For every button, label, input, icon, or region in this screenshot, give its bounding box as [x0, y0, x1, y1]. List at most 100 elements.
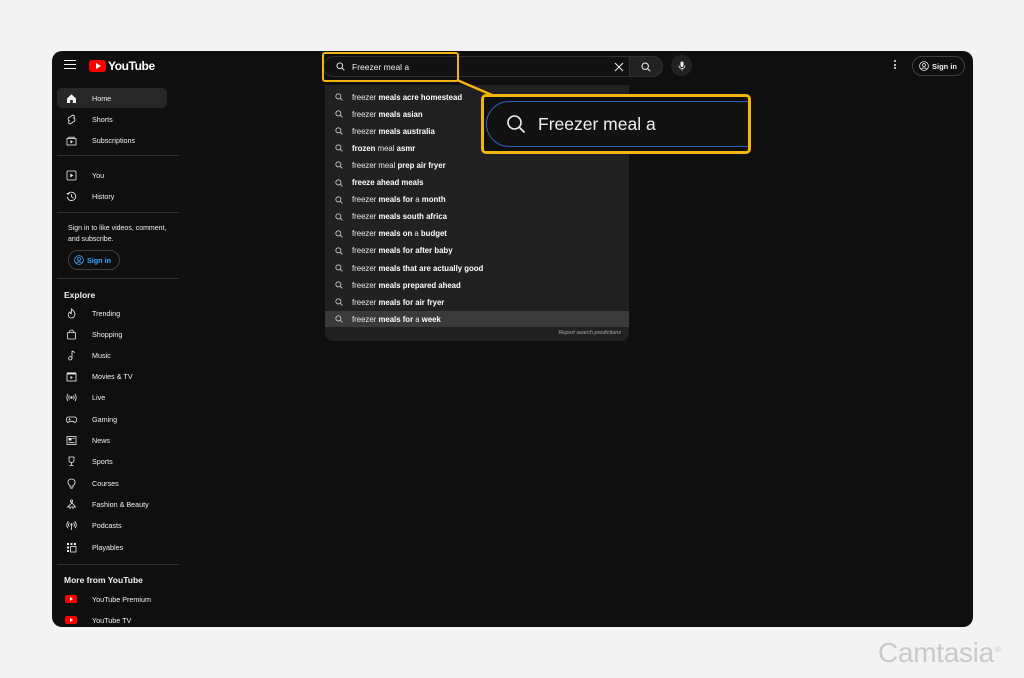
sidebar-item-movies-tv[interactable]: Movies & TV: [57, 366, 167, 386]
suggestion-item[interactable]: freezer meals prepared ahead: [325, 277, 629, 293]
suggestion-text: freezer meals on a budget: [352, 229, 447, 238]
search-icon: [335, 230, 343, 238]
suggestion-text: freezer meals for after baby: [352, 246, 453, 255]
sidebar-item-fashion-beauty[interactable]: Fashion & Beauty: [57, 494, 167, 514]
search-query: Freezer meal a: [352, 61, 410, 72]
podcasts-icon: [65, 519, 77, 531]
search-icon: [335, 281, 343, 289]
suggestion-text: freeze ahead meals: [352, 178, 424, 187]
suggestion-text-part: meals for: [378, 314, 414, 324]
shopping-icon: [65, 328, 77, 340]
sidebar-item-you[interactable]: You: [57, 165, 167, 185]
account-icon: [74, 255, 84, 265]
suggestion-item[interactable]: freezer meals for after baby: [325, 243, 629, 259]
sidebar-item-news[interactable]: News: [57, 430, 167, 450]
live-icon: [65, 391, 77, 403]
sidebar-item-label: Live: [92, 392, 106, 402]
you-icon: [65, 169, 77, 181]
suggestion-text-part: freezer: [352, 195, 379, 205]
suggestion-item[interactable]: freeze ahead meals: [325, 175, 629, 191]
search-icon: [335, 195, 343, 204]
suggestion-item[interactable]: freezer meals on a budget: [325, 226, 629, 242]
sign-in-button[interactable]: Sign in: [912, 56, 965, 76]
suggestion-item[interactable]: freezer meals for a month: [325, 192, 629, 208]
suggestion-item[interactable]: freezer meals for air fryer: [325, 294, 629, 310]
sidebar-item-youtube-premium[interactable]: YouTube Premium: [57, 589, 167, 609]
search-icon: [335, 298, 343, 306]
suggestion-text: freezer meals acre homestead: [352, 93, 462, 102]
trending-icon: [65, 307, 77, 319]
news-icon: [65, 434, 77, 446]
suggestion-text: freezer meal prep air fryer: [352, 161, 446, 170]
sidebar-item-trending[interactable]: Trending: [57, 303, 167, 323]
voice-search-button[interactable]: [671, 55, 692, 76]
clear-search-icon[interactable]: [613, 61, 625, 73]
suggestion-text-part: meal: [375, 143, 397, 153]
sidebar-item-history[interactable]: History: [57, 186, 167, 206]
report-search-predictions-link[interactable]: Report search predictions: [558, 330, 621, 336]
sidebar-item-label: Playables: [92, 542, 124, 552]
browser-window: YouTube Freezer meal a Sign in Home Shor…: [52, 51, 973, 627]
sidebar-item-home[interactable]: Home: [57, 88, 167, 108]
sign-in-label: Sign in: [932, 61, 957, 71]
sidebar-item-youtube-tv[interactable]: YouTube TV: [57, 610, 167, 627]
sidebar-item-sports[interactable]: Sports: [57, 451, 167, 471]
sidebar-item-label: Movies & TV: [92, 371, 133, 381]
sidebar-item-live[interactable]: Live: [57, 387, 167, 407]
search-icon: [335, 247, 343, 255]
suggestion-text-part: prep air fryer: [397, 160, 446, 170]
search-icon: [335, 93, 343, 101]
sidebar-item-label: Shopping: [92, 329, 123, 339]
suggestion-text-part: meals on: [378, 229, 413, 239]
suggestion-item[interactable]: freezer meals asian: [325, 106, 629, 122]
sign-in-prompt: Sign in to like videos, comment, and sub…: [68, 225, 167, 243]
sidebar-item-podcasts[interactable]: Podcasts: [57, 515, 167, 535]
sidebar-item-label: YouTube Premium: [92, 594, 151, 604]
sidebar-item-label: History: [92, 191, 115, 201]
youtube-logo[interactable]: YouTube: [89, 59, 155, 73]
courses-icon: [65, 477, 77, 489]
sidebar-item-shorts[interactable]: Shorts: [57, 109, 167, 129]
search-icon: [335, 110, 343, 118]
sidebar-item-gaming[interactable]: Gaming: [57, 409, 167, 429]
suggestion-item[interactable]: freezer meals for a week: [325, 311, 629, 328]
sidebar-item-label: Podcasts: [92, 520, 122, 530]
sidebar-item-courses[interactable]: Courses: [57, 473, 167, 493]
suggestion-text-part: freezer: [352, 280, 379, 290]
sidebar-divider: [57, 212, 179, 213]
suggestion-text-part: freezer: [352, 92, 379, 102]
suggestion-text-part: a: [412, 229, 421, 239]
suggestion-text: frozen meal asmr: [352, 144, 415, 153]
sign-in-label: Sign in: [87, 255, 111, 265]
sidebar-item-label: Trending: [92, 308, 121, 318]
sidebar-item-label: You: [92, 170, 105, 180]
suggestion-text-part: freezer: [352, 212, 379, 222]
youtube-premium-icon: [65, 593, 77, 605]
search-button[interactable]: [629, 56, 663, 77]
sidebar-item-label: Fashion & Beauty: [92, 499, 149, 509]
search-input[interactable]: Freezer meal a: [323, 56, 629, 77]
suggestion-item[interactable]: freezer meals south africa: [325, 209, 629, 225]
search-suggestions: freezer meals acre homestead freezer meal…: [325, 85, 629, 341]
suggestion-text-part: freezer meal: [352, 160, 398, 170]
more-from-youtube-title: More from YouTube: [64, 575, 143, 585]
sidebar-item-subscriptions[interactable]: Subscriptions: [57, 130, 167, 150]
suggestion-item[interactable]: freezer meals acre homestead: [325, 89, 629, 105]
sidebar-item-music[interactable]: Music: [57, 345, 167, 365]
suggestion-item[interactable]: freezer meals australia: [325, 123, 629, 139]
suggestion-item[interactable]: freezer meal prep air fryer: [325, 157, 629, 173]
sidebar-sign-in-button[interactable]: Sign in: [68, 250, 120, 270]
search-icon: [335, 213, 343, 221]
sidebar-item-playables[interactable]: Playables: [57, 537, 167, 557]
sidebar-item-label: Subscriptions: [92, 135, 136, 145]
sidebar: Home Shorts Subscriptions You History Si…: [52, 81, 180, 627]
more-options-icon[interactable]: [892, 60, 898, 72]
microphone-icon: [678, 61, 685, 70]
suggestion-item[interactable]: freezer meals that are actually good: [325, 260, 629, 276]
suggestion-text-part: meals prepared ahead: [378, 280, 461, 290]
suggestion-text-part: meals that are actually good: [378, 263, 484, 273]
history-icon: [65, 190, 77, 202]
suggestion-item[interactable]: frozen meal asmr: [325, 140, 629, 156]
menu-icon[interactable]: [64, 60, 76, 70]
sidebar-item-shopping[interactable]: Shopping: [57, 324, 167, 344]
